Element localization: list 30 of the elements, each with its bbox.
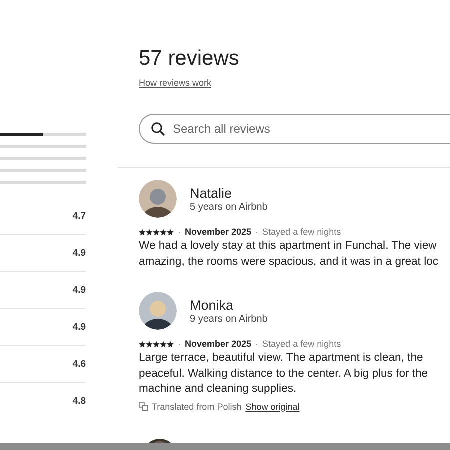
stay-length: Stayed a few nights xyxy=(262,227,342,237)
search-icon xyxy=(151,122,165,136)
how-reviews-work-link[interactable]: How reviews work xyxy=(139,78,212,88)
translate-icon xyxy=(139,402,148,411)
review-date: November 2025 xyxy=(185,339,252,349)
review-text: peaceful. Walking distance to the center. A big plus for the xyxy=(139,366,430,382)
review-text: machine and cleaning supplies. xyxy=(139,382,298,397)
separator-dot: · xyxy=(256,339,259,349)
rating-value: 4.9 xyxy=(72,284,86,296)
review-date: November 2025 xyxy=(185,227,252,237)
search-field[interactable]: Search all reviews xyxy=(139,114,450,144)
separator-dot: · xyxy=(178,339,181,349)
reviewer-name: Monika xyxy=(190,298,235,312)
rating-value: 4.8 xyxy=(72,396,86,406)
rating-value: 4.9 xyxy=(72,322,86,332)
reviews-title: 57 reviews xyxy=(139,46,240,72)
separator-dot: · xyxy=(256,227,259,237)
rating-value: 4.7 xyxy=(72,210,86,222)
review-text: We had a lovely stay at this apartment in Funchal. The view xyxy=(139,239,438,254)
separator-dot: · xyxy=(178,227,181,237)
rating-value: 4.9 xyxy=(72,248,86,258)
review-text: amazing, the rooms were spacious, and it was in a great loc xyxy=(139,254,440,270)
stay-length: Stayed a few nights xyxy=(262,339,342,349)
review-text: Large terrace, beautiful view. The apartment is clean, the xyxy=(139,351,424,366)
translation-note: Translated from Polish xyxy=(152,402,242,412)
reviewer-tenure: 5 years on Airbnb xyxy=(190,202,268,212)
show-original-link[interactable]: Show original xyxy=(246,402,300,412)
reviewer-tenure: 9 years on Airbnb xyxy=(190,314,268,324)
rating-value: 4.6 xyxy=(72,358,86,370)
reviewer-name: Natalie xyxy=(190,186,234,200)
